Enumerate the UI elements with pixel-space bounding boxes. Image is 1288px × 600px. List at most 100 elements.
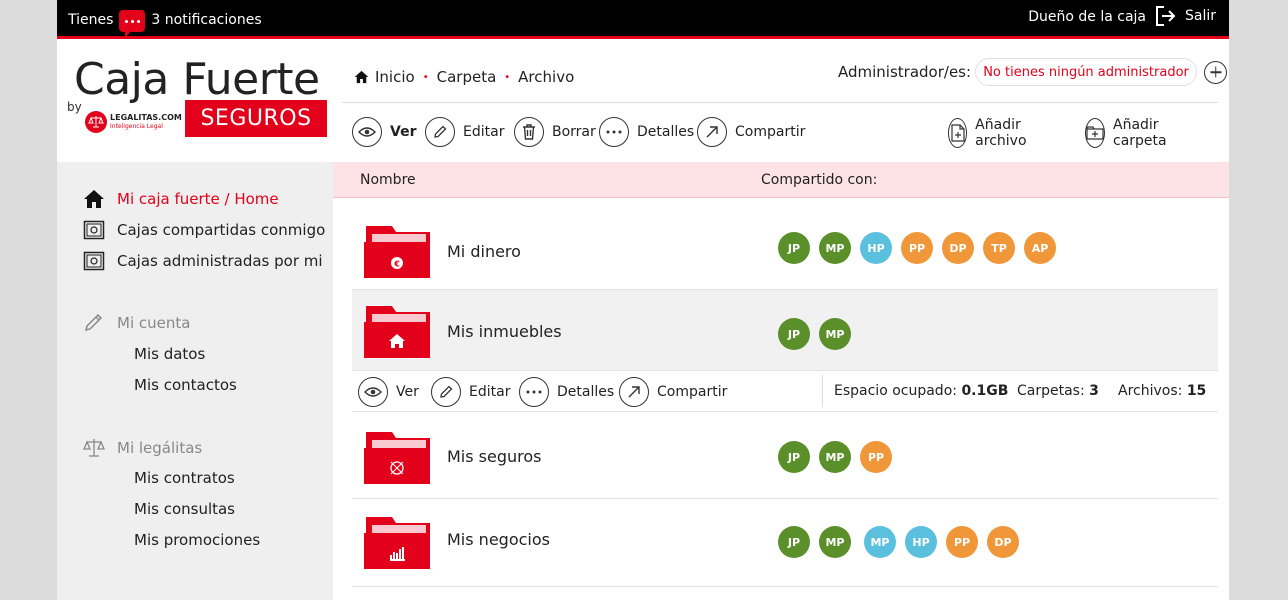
share-arrow-icon (619, 377, 649, 407)
sidebar-item-mis-contactos[interactable]: Mis contactos (134, 376, 237, 394)
share-arrow-icon (697, 117, 727, 147)
sidebar-item-shared[interactable]: Cajas compartidas conmigo (83, 220, 325, 240)
pencil-icon (84, 313, 103, 332)
folder-name[interactable]: Mi dinero (447, 242, 521, 261)
avatar[interactable]: MP (819, 318, 851, 350)
logo-title: Caja Fuerte (74, 54, 320, 105)
sidebar-section-legal: Mi legálitas (83, 437, 202, 459)
admin-value: No tienes ningún administrador (975, 58, 1198, 86)
eye-icon (358, 377, 388, 407)
row-edit-button[interactable]: Editar (431, 377, 510, 407)
breadcrumb-carpeta[interactable]: Carpeta (437, 68, 497, 86)
svg-text:€: € (393, 260, 400, 269)
avatar[interactable]: DP (942, 232, 974, 264)
admin-section: Administrador/es: No tienes ningún admin… (838, 58, 1228, 86)
add-file-label: Añadir archivo (975, 117, 1027, 149)
folders-stat: Carpetas: 3 (1017, 383, 1099, 399)
folder-name[interactable]: Mis inmuebles (447, 322, 562, 341)
sidebar-item-label: Cajas administradas por mi (117, 252, 323, 270)
shared-avatars: JP MP PP (778, 441, 892, 473)
row-share-label: Compartir (657, 384, 728, 400)
scales-seal-icon (85, 111, 107, 133)
shared-avatars: JP MP (778, 318, 851, 350)
avatar[interactable]: JP (778, 441, 810, 473)
logo[interactable]: Caja Fuerte by LEGALITAS.COM Inteligencia… (57, 39, 333, 162)
sidebar-item-home[interactable]: Mi caja fuerte / Home (83, 189, 279, 209)
edit-button[interactable]: Editar (425, 117, 504, 147)
money-folder-icon: € (364, 226, 430, 278)
row-share-button[interactable]: Compartir (619, 377, 727, 407)
breadcrumb: Inicio • Carpeta • Archivo (354, 68, 574, 86)
legalitas-logo: LEGALITAS.COM Inteligencia Legal (85, 111, 182, 133)
sidebar-section-account: Mi cuenta (83, 313, 190, 333)
avatar[interactable]: PP (860, 441, 892, 473)
share-button[interactable]: Compartir (697, 117, 805, 147)
avatar[interactable]: PP (946, 526, 978, 558)
sidebar-item-mis-consultas[interactable]: Mis consultas (134, 500, 235, 518)
table-row-selected[interactable]: Mis inmuebles JP MP (352, 290, 1218, 371)
avatar[interactable]: DP (987, 526, 1019, 558)
eye-icon (352, 117, 382, 147)
row-action-bar: Ver Editar Detalles Compartir Espacio oc… (352, 371, 1218, 412)
col-shared-header: Compartido con: (761, 172, 878, 188)
add-admin-button[interactable] (1204, 60, 1228, 84)
row-details-button[interactable]: Detalles (519, 377, 614, 407)
divider (822, 375, 823, 407)
avatar[interactable]: HP (905, 526, 937, 558)
safe-icon (83, 220, 105, 240)
view-button[interactable]: Ver (352, 117, 416, 147)
space-label: Espacio ocupado: (834, 383, 957, 399)
logo-by: by (67, 100, 82, 114)
avatar[interactable]: MP (819, 441, 851, 473)
avatar[interactable]: JP (778, 318, 810, 350)
avatar[interactable]: MP (819, 232, 851, 264)
chat-bubble-icon[interactable] (119, 10, 146, 38)
sidebar-item-mis-promociones[interactable]: Mis promociones (134, 531, 260, 549)
logout-button[interactable]: Salir (1155, 5, 1216, 27)
sidebar-item-managed[interactable]: Cajas administradas por mi (83, 251, 323, 271)
row-details-label: Detalles (557, 384, 615, 400)
sidebar-item-mis-datos[interactable]: Mis datos (134, 345, 205, 363)
pencil-icon (425, 117, 455, 147)
notif-count[interactable]: 3 notificaciones (151, 12, 261, 28)
avatar[interactable]: MP (819, 526, 851, 558)
add-file-button[interactable]: Añadir archivo (948, 117, 1037, 149)
home-icon[interactable] (354, 70, 369, 84)
delete-button[interactable]: Borrar (514, 117, 596, 147)
shared-avatars: JP MP HP PP DP TP AP (778, 232, 1056, 264)
notifications[interactable]: Tienes 3 notificaciones (68, 8, 262, 38)
home-icon (84, 190, 104, 208)
legal-tagline: Inteligencia Legal (110, 123, 163, 130)
avatar[interactable]: HP (860, 232, 892, 264)
sidebar-item-mis-contratos[interactable]: Mis contratos (134, 469, 235, 487)
details-button[interactable]: Detalles (599, 117, 694, 147)
row-view-button[interactable]: Ver (358, 377, 419, 407)
table-row[interactable]: Mis negocios JP MP MP HP PP DP (352, 499, 1218, 587)
delete-label: Borrar (552, 124, 596, 140)
avatar[interactable]: TP (983, 232, 1015, 264)
table-header: Nombre Compartido con: (333, 162, 1229, 198)
avatar[interactable]: PP (901, 232, 933, 264)
folder-name[interactable]: Mis seguros (447, 447, 542, 466)
add-folder-button[interactable]: Añadir carpeta (1085, 117, 1177, 149)
add-folder-label: Añadir carpeta (1113, 117, 1167, 149)
add-folder-icon (1085, 118, 1105, 148)
edit-label: Editar (463, 124, 505, 140)
folder-name[interactable]: Mis negocios (447, 530, 550, 549)
col-name-header[interactable]: Nombre (360, 172, 416, 188)
insurance-folder-icon (364, 432, 430, 484)
breadcrumb-archivo[interactable]: Archivo (518, 68, 574, 86)
avatar[interactable]: AP (1024, 232, 1056, 264)
breadcrumb-inicio[interactable]: Inicio (375, 68, 415, 86)
add-file-icon (948, 118, 968, 148)
house-folder-icon (364, 306, 430, 358)
avatar[interactable]: JP (778, 232, 810, 264)
logo-seguros: SEGUROS (185, 100, 327, 137)
shared-avatars: JP MP MP HP PP DP (778, 526, 1019, 558)
table-row[interactable]: Mis seguros JP MP PP (352, 412, 1218, 499)
avatar[interactable]: JP (778, 526, 810, 558)
table-row[interactable]: € Mi dinero JP MP HP PP DP TP AP (352, 198, 1218, 290)
notif-prefix: Tienes (68, 12, 114, 28)
avatar[interactable]: MP (864, 526, 896, 558)
files-label: Archivos: (1118, 383, 1183, 399)
